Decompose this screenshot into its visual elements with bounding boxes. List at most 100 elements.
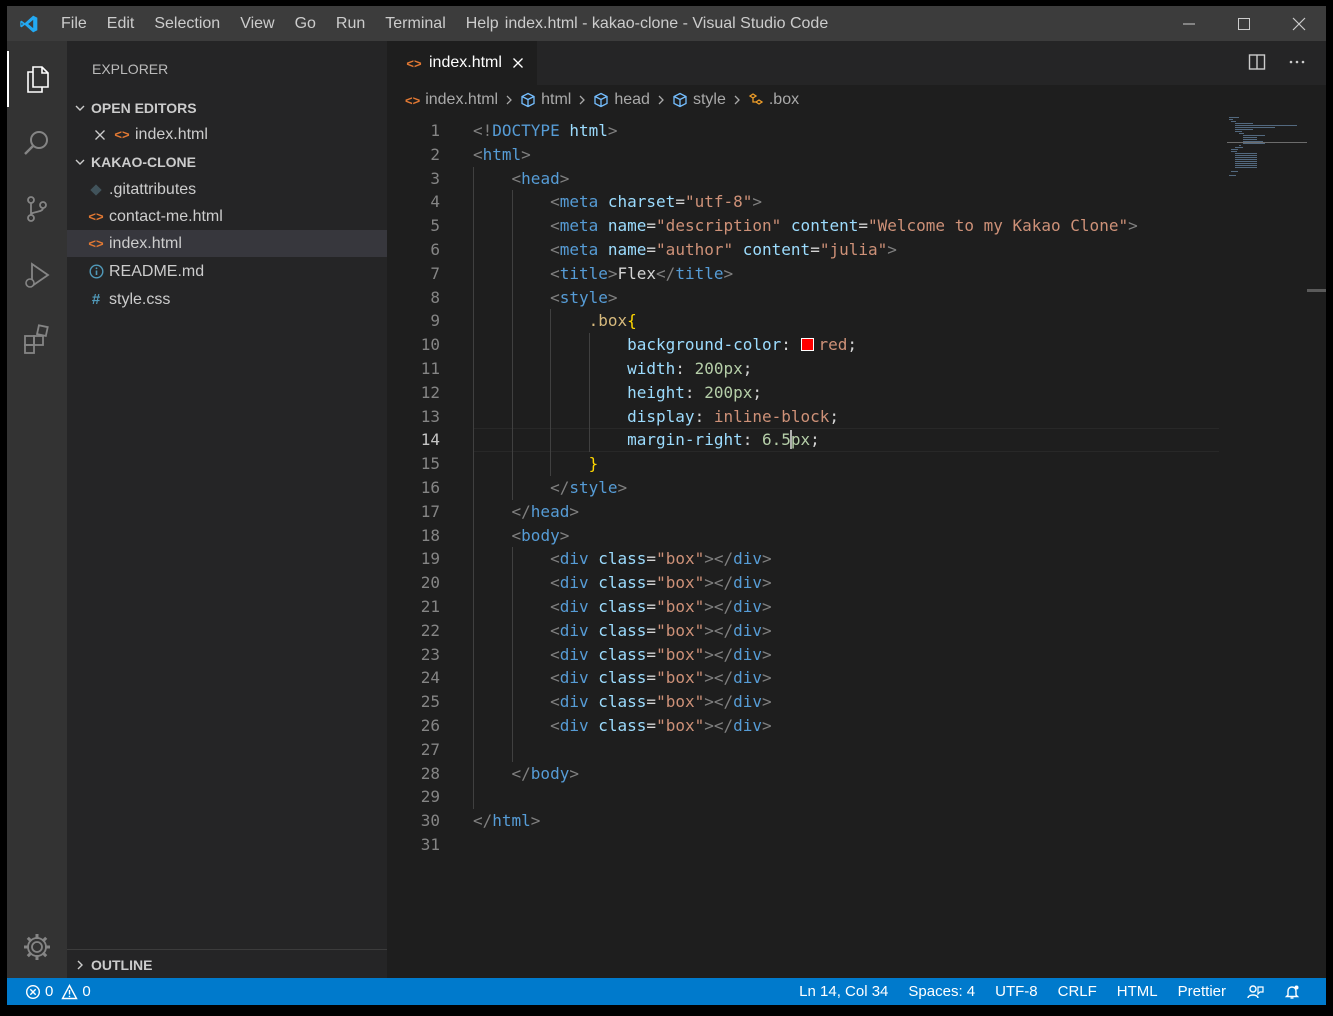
- code-line[interactable]: 17 </head>: [387, 500, 1219, 524]
- manage-settings-button[interactable]: [7, 919, 67, 975]
- breadcrumb-file[interactable]: <> index.html: [405, 91, 498, 109]
- encoding[interactable]: UTF-8: [985, 983, 1048, 1000]
- language-mode[interactable]: HTML: [1107, 983, 1168, 1000]
- breadcrumb-html[interactable]: html: [520, 91, 571, 109]
- line-number: 16: [420, 478, 440, 497]
- end-of-line[interactable]: CRLF: [1048, 983, 1107, 1000]
- split-editor-button[interactable]: [1248, 53, 1266, 76]
- line-number: 18: [420, 525, 440, 545]
- menu-help[interactable]: Help: [456, 6, 509, 41]
- code-token: >: [762, 597, 772, 616]
- code-token: px: [790, 430, 811, 450]
- code-line[interactable]: 30 </html>: [387, 809, 1219, 833]
- code-line[interactable]: 12 height: 200px;: [387, 381, 1219, 405]
- menu-selection[interactable]: Selection: [144, 6, 230, 41]
- code-line[interactable]: 22 <div class="box"></div>: [387, 619, 1219, 643]
- code-line[interactable]: 19 <div class="box"></div>: [387, 547, 1219, 571]
- menu-edit[interactable]: Edit: [97, 6, 145, 41]
- minimize-button[interactable]: [1161, 6, 1216, 41]
- code-token: html: [482, 144, 522, 164]
- code-line[interactable]: 20 <div class="box"></div>: [387, 571, 1219, 595]
- code-line[interactable]: 23 <div class="box"></div>: [387, 643, 1219, 667]
- file-item[interactable]: .gitattributes: [67, 176, 387, 203]
- outline-section[interactable]: OUTLINE: [67, 949, 387, 979]
- code-line[interactable]: 4 <meta charset="utf-8">: [387, 190, 1219, 214]
- code-line[interactable]: 9 .box{: [387, 309, 1219, 333]
- code-line[interactable]: 10 background-color: red;: [387, 333, 1219, 357]
- code-token: >: [762, 620, 772, 640]
- project-section[interactable]: KAKAO-CLONE: [67, 148, 387, 175]
- search-activity-button[interactable]: [7, 115, 67, 171]
- menu-view[interactable]: View: [230, 6, 284, 41]
- minimap[interactable]: [1227, 115, 1307, 195]
- line-number: 4: [430, 192, 440, 212]
- code-line[interactable]: 21 <div class="box"></div>: [387, 595, 1219, 619]
- code-editor[interactable]: 1 <!DOCTYPE html> 2 <html> 3 <head> 4 <meta c…: [387, 115, 1326, 978]
- breadcrumb-style[interactable]: style: [672, 91, 726, 109]
- maximize-button[interactable]: [1216, 6, 1271, 41]
- open-editors-section[interactable]: OPEN EDITORS: [67, 94, 387, 121]
- code-line[interactable]: 25 <div class="box"></div>: [387, 690, 1219, 714]
- close-window-button[interactable]: [1271, 6, 1326, 41]
- code-token: class: [598, 573, 647, 593]
- code-line[interactable]: 16 </style>: [387, 476, 1219, 500]
- file-item[interactable]: <> index.html: [67, 230, 387, 257]
- code-line[interactable]: 14 margin-right: 6.5px;: [387, 428, 1219, 452]
- tab-close-button[interactable]: [512, 57, 524, 69]
- close-editor-button[interactable]: [89, 129, 111, 141]
- code-line[interactable]: 2 <html>: [387, 143, 1219, 167]
- notifications-button[interactable]: [1274, 984, 1310, 1000]
- source-control-activity-button[interactable]: [7, 181, 67, 237]
- breadcrumb-box[interactable]: .box: [748, 91, 799, 109]
- indentation[interactable]: Spaces: 4: [898, 983, 985, 1000]
- menu-run[interactable]: Run: [326, 6, 375, 41]
- line-number: 31: [420, 835, 440, 854]
- code-line[interactable]: 13 display: inline-block;: [387, 405, 1219, 429]
- file-item[interactable]: # style.css: [67, 286, 387, 313]
- chevron-right-icon: [506, 95, 513, 105]
- menu-go[interactable]: Go: [285, 6, 326, 41]
- code-token: <: [550, 287, 560, 307]
- code-line[interactable]: 27: [387, 738, 1219, 762]
- code-line[interactable]: 11 width: 200px;: [387, 357, 1219, 381]
- run-debug-activity-button[interactable]: [7, 247, 67, 303]
- code-line[interactable]: 26 <div class="box"></div>: [387, 714, 1219, 738]
- code-line[interactable]: 18 <body>: [387, 524, 1219, 548]
- editor-scrollbar[interactable]: [1307, 289, 1326, 292]
- code-text: display: inline-block;: [473, 405, 839, 429]
- code-line[interactable]: 31: [387, 833, 1219, 857]
- menu-file[interactable]: File: [51, 6, 97, 41]
- code-token: <: [550, 240, 560, 259]
- code-line[interactable]: 15 }: [387, 452, 1219, 476]
- feedback-button[interactable]: [1236, 984, 1274, 1000]
- code-line[interactable]: 3 <head>: [387, 167, 1219, 191]
- extensions-activity-button[interactable]: [7, 311, 67, 367]
- code-line[interactable]: 6 <meta name="author" content="julia">: [387, 238, 1219, 262]
- code-line[interactable]: 5 <meta name="description" content="Welc…: [387, 214, 1219, 238]
- more-actions-button[interactable]: [1288, 53, 1306, 76]
- file-item[interactable]: README.md: [67, 258, 387, 285]
- cursor-position[interactable]: Ln 14, Col 34: [789, 983, 898, 1000]
- code-line[interactable]: 8 <style>: [387, 286, 1219, 310]
- tab-index-html[interactable]: <> index.html: [387, 41, 537, 85]
- formatter[interactable]: Prettier: [1168, 983, 1236, 1000]
- code-line[interactable]: 24 <div class="box"></div>: [387, 666, 1219, 690]
- code-line[interactable]: 29: [387, 785, 1219, 809]
- file-item[interactable]: <> contact-me.html: [67, 203, 387, 230]
- code-line[interactable]: 28 </body>: [387, 762, 1219, 786]
- color-swatch[interactable]: [800, 338, 814, 352]
- code-line[interactable]: 1 <!DOCTYPE html>: [387, 119, 1219, 143]
- problems-indicator[interactable]: 0 0: [25, 978, 91, 1005]
- explorer-activity-button[interactable]: [7, 51, 67, 107]
- breadcrumb-head[interactable]: head: [593, 91, 650, 109]
- code-line[interactable]: 7 <title>Flex</title>: [387, 262, 1219, 286]
- menu-terminal[interactable]: Terminal: [375, 6, 455, 41]
- open-editor-item[interactable]: <> index.html: [67, 121, 387, 148]
- code-token: <: [550, 692, 560, 712]
- line-number: 23: [420, 644, 440, 664]
